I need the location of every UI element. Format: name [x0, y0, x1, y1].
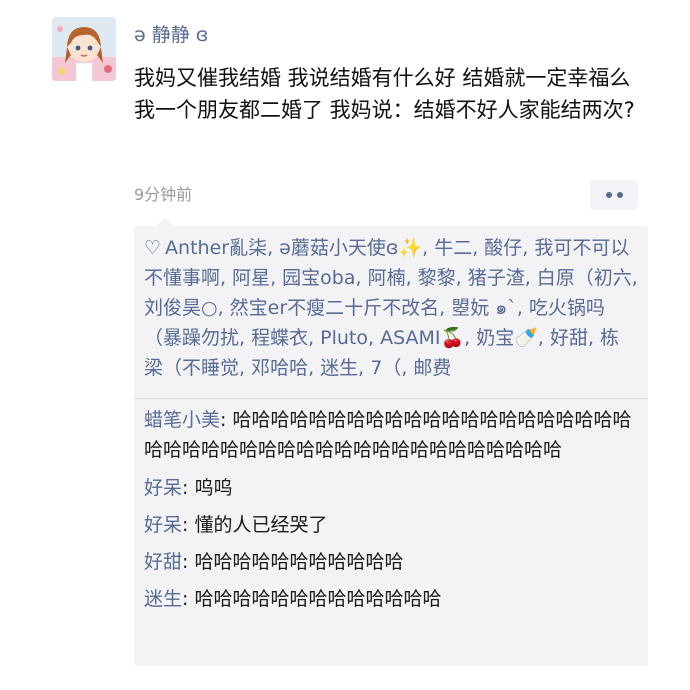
comment-separator: : [182, 551, 195, 573]
comment-panel-pointer [156, 217, 174, 226]
comment-author[interactable]: 好呆 [144, 477, 182, 499]
comments-list: 蜡笔小美: 哈哈哈哈哈哈哈哈哈哈哈哈哈哈哈哈哈哈哈哈哈哈哈哈哈哈哈哈哈哈哈哈哈哈… [134, 399, 648, 614]
heart-outline-icon: ♡ [144, 237, 162, 259]
more-dots-icon [605, 192, 612, 198]
comment-author[interactable]: 蜡笔小美 [144, 409, 220, 431]
likes-names[interactable]: Anther亂柒, ə蘑菇小天使ɞ✨, 牛二, 酸仔, 我可不可以不懂事啊, 阿… [144, 237, 638, 379]
avatar[interactable] [52, 17, 116, 81]
likes-list: ♡ Anther亂柒, ə蘑菇小天使ɞ✨, 牛二, 酸仔, 我可不可以不懂事啊, … [134, 226, 648, 398]
comment-item[interactable]: 好呆: 呜呜 [144, 473, 638, 503]
comment-separator: : [182, 588, 195, 610]
comment-panel: ♡ Anther亂柒, ə蘑菇小天使ɞ✨, 牛二, 酸仔, 我可不可以不懂事啊, … [134, 226, 648, 666]
avatar-anime-girl-icon [52, 17, 116, 81]
comment-item[interactable]: 好甜: 哈哈哈哈哈哈哈哈哈哈哈 [144, 547, 638, 577]
comment-separator: : [182, 514, 195, 536]
comment-text: 哈哈哈哈哈哈哈哈哈哈哈 [194, 551, 404, 573]
comment-separator: : [182, 477, 195, 499]
comment-text: 懂的人已经哭了 [194, 514, 328, 536]
more-button[interactable] [590, 180, 638, 210]
comment-author[interactable]: 好呆 [144, 514, 182, 536]
comment-item[interactable]: 蜡笔小美: 哈哈哈哈哈哈哈哈哈哈哈哈哈哈哈哈哈哈哈哈哈哈哈哈哈哈哈哈哈哈哈哈哈哈… [144, 405, 638, 465]
comment-separator: : [220, 409, 233, 431]
comment-author[interactable]: 迷生 [144, 588, 182, 610]
comment-item[interactable]: 迷生: 哈哈哈哈哈哈哈哈哈哈哈哈哈 [144, 584, 638, 614]
comment-item[interactable]: 好呆: 懂的人已经哭了 [144, 510, 638, 540]
more-dots-icon [616, 192, 623, 198]
post-timestamp: 9分钟前 [134, 185, 193, 204]
comment-text: 哈哈哈哈哈哈哈哈哈哈哈哈哈 [194, 588, 442, 610]
post-username[interactable]: ə 静静 ɞ [134, 20, 208, 50]
comment-author[interactable]: 好甜 [144, 551, 182, 573]
post-text: 我妈又催我结婚 我说结婚有什么好 结婚就一定幸福么 我一个朋友都二婚了 我妈说：… [134, 66, 635, 122]
comment-text: 呜呜 [194, 477, 233, 499]
